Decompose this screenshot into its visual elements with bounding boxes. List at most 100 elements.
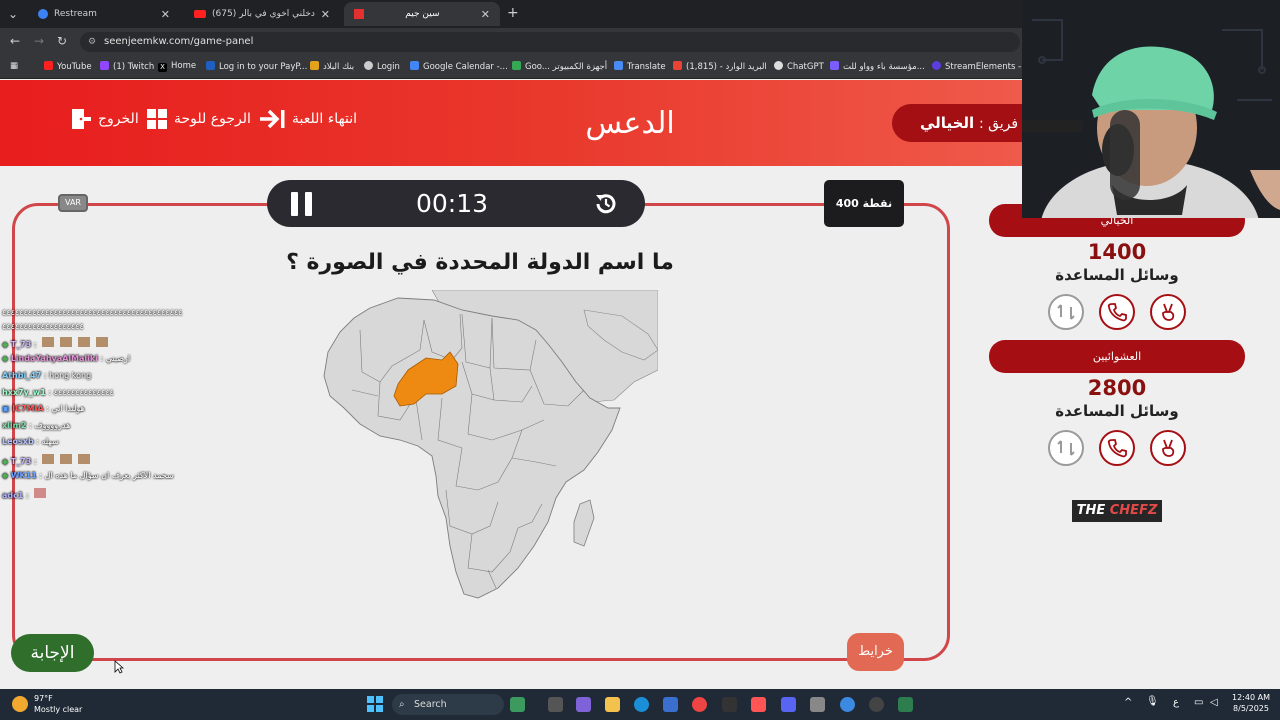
emote-icon xyxy=(42,454,55,464)
chat-text: : هدرووووف xyxy=(29,421,71,430)
bookmark-twitch[interactable]: (1) Twitch xyxy=(100,61,154,72)
end-game-button[interactable]: انتهاء اللعبة xyxy=(258,108,357,130)
copilot-icon[interactable] xyxy=(576,697,591,712)
two-answers-aid-button[interactable] xyxy=(1150,294,1186,330)
peace-hand-icon xyxy=(1162,303,1175,321)
bookmark-calendar[interactable]: Google Calendar -... xyxy=(410,61,508,72)
windows-start-icon[interactable] xyxy=(367,696,383,712)
bookmark-home[interactable]: X Home xyxy=(158,61,196,72)
app-icon[interactable] xyxy=(869,697,884,712)
team-prefix: فريق : xyxy=(978,116,1019,132)
chat-user: T_73 xyxy=(10,340,32,349)
new-tab-button[interactable]: + xyxy=(507,5,519,21)
double-points-aid-button[interactable] xyxy=(1048,430,1084,466)
bookmark-org[interactable]: مؤسسة باء وواو للت... xyxy=(830,61,925,72)
current-team-name: الخيالي xyxy=(920,114,975,132)
task-view-icon[interactable] xyxy=(548,697,563,712)
forward-arrow-icon[interactable]: → xyxy=(34,34,44,48)
chat-message: Leosxb : سهله xyxy=(2,437,59,446)
app-icon[interactable] xyxy=(898,697,913,712)
chat-user: IC7MIA xyxy=(12,404,44,413)
tab-seenjeem[interactable]: سين جيم ✕ xyxy=(344,2,500,26)
chat-text: : hong kong xyxy=(43,371,92,380)
bookmark-albilad[interactable]: بنك البلاد xyxy=(310,61,354,72)
chrome-icon[interactable] xyxy=(692,697,707,712)
streamelements-icon xyxy=(932,61,941,70)
chrome-active-icon[interactable] xyxy=(840,697,855,712)
settings-gear-icon[interactable] xyxy=(810,697,825,712)
chat-message: ٤٤٤٤٤٤٤٤٤٤٤٤٤٤٤٤٤٤٤ xyxy=(2,322,84,331)
bookmark-paypal[interactable]: Log in to your PayP... xyxy=(206,61,307,72)
answer-button[interactable]: الإجابة xyxy=(11,634,94,672)
maps-button[interactable]: خرايط xyxy=(847,633,904,671)
chat-message: ٤٤٤٤٤٤٤٤٤٤٤٤٤٤٤٤٤٤٤٤٤٤٤٤٤٤٤٤٤٤٤٤٤٤٤٤٤٤٤٤… xyxy=(2,308,182,317)
app-icon[interactable] xyxy=(722,697,737,712)
call-friend-aid-button[interactable] xyxy=(1099,430,1135,466)
timer-bar: 00:13 xyxy=(267,180,645,227)
close-icon[interactable]: ✕ xyxy=(321,8,330,21)
file-explorer-icon[interactable] xyxy=(605,697,620,712)
badge-icon: ▣ xyxy=(2,404,10,413)
reload-icon[interactable]: ↻ xyxy=(57,34,67,48)
chat-message: adc1 : xyxy=(2,488,49,500)
bookmark-chatgpt[interactable]: ChatGPT xyxy=(774,61,824,72)
taskbar-clock[interactable]: 12:40 AM 8/5/2025 xyxy=(1228,692,1274,714)
team-score: 1400 xyxy=(1087,240,1147,264)
team-score: 2800 xyxy=(1087,376,1147,400)
two-answers-aid-button[interactable] xyxy=(1150,430,1186,466)
volume-icon[interactable]: ◁ xyxy=(1210,697,1218,708)
chat-user: T_73 xyxy=(10,457,32,466)
bookmark-translate[interactable]: Translate xyxy=(614,61,666,72)
discord-icon[interactable] xyxy=(781,697,796,712)
chat-text: : سهله xyxy=(36,437,59,446)
team-aids-label: وسائل المساعدة xyxy=(1055,402,1179,420)
microphone-icon[interactable]: 🎙 xyxy=(1146,696,1159,707)
question-text: ما اسم الدولة المحددة في الصورة ؟ xyxy=(286,250,674,275)
sponsor-part2: CHEFZ xyxy=(1109,503,1158,518)
language-indicator[interactable]: ع xyxy=(1173,697,1179,708)
tab-youtube[interactable]: (675) مقلب دخلني اخوي في بالر... ✕ xyxy=(184,2,340,26)
tab-search-icon[interactable]: ⌄ xyxy=(8,7,18,21)
tab-restream[interactable]: Restream ✕ xyxy=(28,2,180,26)
youtube-icon xyxy=(44,61,53,70)
bookmark-login[interactable]: Login xyxy=(364,61,400,72)
app-icon[interactable] xyxy=(751,697,766,712)
back-to-board-button[interactable]: الرجوع للوحة xyxy=(146,108,251,130)
edge-icon[interactable] xyxy=(634,697,649,712)
chat-text: : سحمد الاكثر يعرف ان سؤال ما هذه ال xyxy=(39,471,174,480)
translate-icon xyxy=(614,61,623,70)
back-arrow-icon[interactable]: ← xyxy=(10,34,20,48)
url-input[interactable]: ⚙ seenjeemkw.com/game-panel xyxy=(80,32,1020,52)
chat-message: ▣ IC7MIA : هولندا اني xyxy=(2,404,85,413)
sponsor-part1: THE xyxy=(1076,503,1110,518)
store-icon[interactable] xyxy=(663,697,678,712)
site-info-icon[interactable]: ⚙ xyxy=(88,32,96,52)
chat-text: ٤٤٤٤٤٤٤٤٤٤٤٤٤٤٤٤٤٤٤ xyxy=(2,322,84,331)
emote-icon xyxy=(34,488,47,498)
chat-text: : ٤٤٤٤٤٤٤٤٤٤٤٤٤٤ xyxy=(48,388,114,397)
widgets-icon[interactable] xyxy=(510,697,525,712)
bookmark-gmail[interactable]: البريد الوارد - (1,815) xyxy=(673,61,767,72)
call-friend-aid-button[interactable] xyxy=(1099,294,1135,330)
pause-icon[interactable] xyxy=(291,192,313,216)
network-icon[interactable]: ▭ xyxy=(1194,697,1203,708)
bookmark-label: Translate xyxy=(627,62,666,72)
double-points-aid-button[interactable] xyxy=(1048,294,1084,330)
close-icon[interactable]: ✕ xyxy=(481,8,490,21)
exit-button[interactable]: الخروج xyxy=(70,108,139,130)
bookmark-youtube[interactable]: YouTube xyxy=(44,61,92,72)
end-game-label: انتهاء اللعبة xyxy=(292,111,358,127)
points-badge: 400 نقطة xyxy=(824,180,904,227)
tray-chevron-icon[interactable]: ^ xyxy=(1124,697,1132,708)
bookmark-label: Google Calendar -... xyxy=(423,62,508,72)
current-team-badge: فريق : الخيالي xyxy=(892,104,1032,142)
close-icon[interactable]: ✕ xyxy=(161,8,170,21)
streamer-webcam-image xyxy=(1022,0,1280,218)
taskbar-search[interactable]: ⌕ Search xyxy=(392,694,504,715)
bookmark-drive[interactable]: Goo... أجهزة الكمبيوتر xyxy=(512,61,607,72)
bookmark-label: ChatGPT xyxy=(787,62,824,72)
apps-grid-icon[interactable]: ▦ xyxy=(10,61,18,71)
reset-timer-icon[interactable] xyxy=(593,191,619,217)
weather-widget[interactable]: 97°F Mostly clear xyxy=(12,693,82,715)
chat-text: ٤٤٤٤٤٤٤٤٤٤٤٤٤٤٤٤٤٤٤٤٤٤٤٤٤٤٤٤٤٤٤٤٤٤٤٤٤٤٤٤… xyxy=(2,308,183,317)
